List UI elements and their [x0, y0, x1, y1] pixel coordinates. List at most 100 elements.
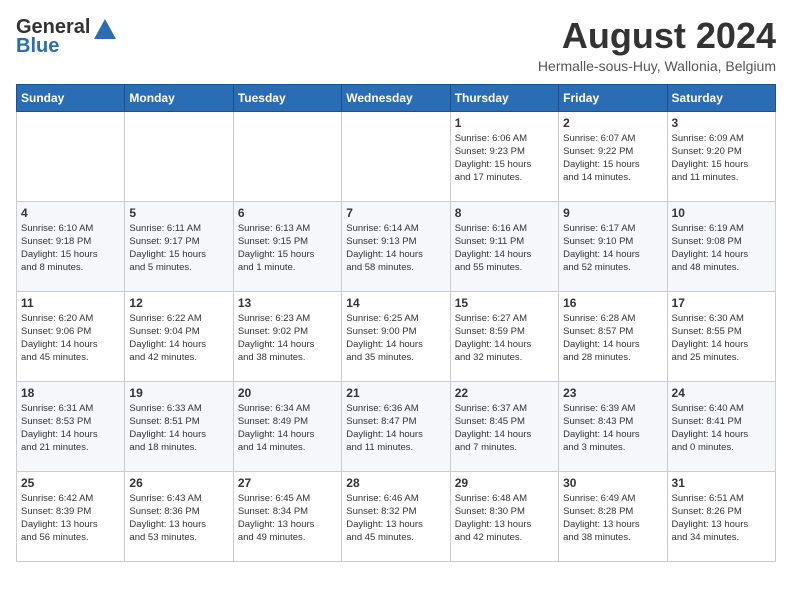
calendar-cell: 25 Sunrise: 6:42 AM Sunset: 8:39 PM Dayli… — [17, 471, 125, 561]
calendar-cell: 18Sunrise: 6:31 AM Sunset: 8:53 PM Dayli… — [17, 381, 125, 471]
calendar-cell: 2Sunrise: 6:07 AM Sunset: 9:22 PM Daylig… — [559, 111, 667, 201]
calendar-week-4: 18Sunrise: 6:31 AM Sunset: 8:53 PM Dayli… — [17, 381, 776, 471]
day-info: Sunrise: 6:20 AM Sunset: 9:06 PM Dayligh… — [21, 312, 120, 365]
calendar-cell — [233, 111, 341, 201]
calendar-body: 1Sunrise: 6:06 AM Sunset: 9:23 PM Daylig… — [17, 111, 776, 561]
day-number: 2 — [563, 116, 662, 130]
day-info: Sunrise: 6:27 AM Sunset: 8:59 PM Dayligh… — [455, 312, 554, 365]
logo-blue-text: Blue — [16, 35, 59, 58]
calendar-cell: 14Sunrise: 6:25 AM Sunset: 9:00 PM Dayli… — [342, 291, 450, 381]
day-info: Sunrise: 6:14 AM Sunset: 9:13 PM Dayligh… — [346, 222, 445, 275]
day-info: Sunrise: 6:33 AM Sunset: 8:51 PM Dayligh… — [129, 402, 228, 455]
day-info: Sunrise: 6:19 AM Sunset: 9:08 PM Dayligh… — [672, 222, 771, 275]
day-info: Sunrise: 6:28 AM Sunset: 8:57 PM Dayligh… — [563, 312, 662, 365]
day-header-wednesday: Wednesday — [342, 84, 450, 111]
day-number: 19 — [129, 386, 228, 400]
day-number: 11 — [21, 296, 120, 310]
day-header-friday: Friday — [559, 84, 667, 111]
calendar-cell: 24Sunrise: 6:40 AM Sunset: 8:41 PM Dayli… — [667, 381, 775, 471]
calendar-week-5: 25 Sunrise: 6:42 AM Sunset: 8:39 PM Dayli… — [17, 471, 776, 561]
calendar-cell: 29 Sunrise: 6:48 AM Sunset: 8:30 PM Dayli… — [450, 471, 558, 561]
calendar-cell: 23Sunrise: 6:39 AM Sunset: 8:43 PM Dayli… — [559, 381, 667, 471]
day-info: Sunrise: 6:30 AM Sunset: 8:55 PM Dayligh… — [672, 312, 771, 365]
day-info: Sunrise: 6:39 AM Sunset: 8:43 PM Dayligh… — [563, 402, 662, 455]
calendar-cell: 8 Sunrise: 6:16 AM Sunset: 9:11 PM Daylig… — [450, 201, 558, 291]
day-number: 17 — [672, 296, 771, 310]
calendar-cell: 4 Sunrise: 6:10 AM Sunset: 9:18 PM Daylig… — [17, 201, 125, 291]
calendar-cell: 20 Sunrise: 6:34 AM Sunset: 8:49 PM Dayli… — [233, 381, 341, 471]
day-info: Sunrise: 6:48 AM Sunset: 8:30 PM Dayligh… — [455, 492, 554, 545]
calendar-cell: 22 Sunrise: 6:37 AM Sunset: 8:45 PM Dayli… — [450, 381, 558, 471]
day-info: Sunrise: 6:13 AM Sunset: 9:15 PM Dayligh… — [238, 222, 337, 275]
days-header-row: SundayMondayTuesdayWednesdayThursdayFrid… — [17, 84, 776, 111]
page-header: General Blue August 2024 Hermalle-sous-H… — [16, 16, 776, 74]
calendar-cell: 30 Sunrise: 6:49 AM Sunset: 8:28 PM Dayli… — [559, 471, 667, 561]
calendar-cell: 3 Sunrise: 6:09 AM Sunset: 9:20 PM Daylig… — [667, 111, 775, 201]
calendar-table: SundayMondayTuesdayWednesdayThursdayFrid… — [16, 84, 776, 562]
day-header-sunday: Sunday — [17, 84, 125, 111]
calendar-cell: 1Sunrise: 6:06 AM Sunset: 9:23 PM Daylig… — [450, 111, 558, 201]
day-number: 13 — [238, 296, 337, 310]
calendar-cell: 13Sunrise: 6:23 AM Sunset: 9:02 PM Dayli… — [233, 291, 341, 381]
day-info: Sunrise: 6:34 AM Sunset: 8:49 PM Dayligh… — [238, 402, 337, 455]
day-number: 8 — [455, 206, 554, 220]
calendar-week-2: 4 Sunrise: 6:10 AM Sunset: 9:18 PM Daylig… — [17, 201, 776, 291]
day-info: Sunrise: 6:11 AM Sunset: 9:17 PM Dayligh… — [129, 222, 228, 275]
calendar-cell: 21 Sunrise: 6:36 AM Sunset: 8:47 PM Dayli… — [342, 381, 450, 471]
day-info: Sunrise: 6:42 AM Sunset: 8:39 PM Dayligh… — [21, 492, 120, 545]
day-info: Sunrise: 6:36 AM Sunset: 8:47 PM Dayligh… — [346, 402, 445, 455]
day-number: 1 — [455, 116, 554, 130]
day-info: Sunrise: 6:09 AM Sunset: 9:20 PM Dayligh… — [672, 132, 771, 185]
day-number: 24 — [672, 386, 771, 400]
day-info: Sunrise: 6:49 AM Sunset: 8:28 PM Dayligh… — [563, 492, 662, 545]
calendar-cell: 12 Sunrise: 6:22 AM Sunset: 9:04 PM Dayli… — [125, 291, 233, 381]
calendar-cell: 28 Sunrise: 6:46 AM Sunset: 8:32 PM Dayli… — [342, 471, 450, 561]
calendar-cell: 6 Sunrise: 6:13 AM Sunset: 9:15 PM Daylig… — [233, 201, 341, 291]
calendar-cell — [342, 111, 450, 201]
day-number: 12 — [129, 296, 228, 310]
calendar-cell — [17, 111, 125, 201]
day-number: 4 — [21, 206, 120, 220]
logo-icon — [94, 19, 116, 39]
day-info: Sunrise: 6:22 AM Sunset: 9:04 PM Dayligh… — [129, 312, 228, 365]
day-header-monday: Monday — [125, 84, 233, 111]
calendar-week-3: 11 Sunrise: 6:20 AM Sunset: 9:06 PM Dayli… — [17, 291, 776, 381]
day-header-tuesday: Tuesday — [233, 84, 341, 111]
calendar-cell: 5Sunrise: 6:11 AM Sunset: 9:17 PM Daylig… — [125, 201, 233, 291]
calendar-header: SundayMondayTuesdayWednesdayThursdayFrid… — [17, 84, 776, 111]
calendar-cell: 10Sunrise: 6:19 AM Sunset: 9:08 PM Dayli… — [667, 201, 775, 291]
day-number: 29 — [455, 476, 554, 490]
day-info: Sunrise: 6:31 AM Sunset: 8:53 PM Dayligh… — [21, 402, 120, 455]
calendar-cell: 16Sunrise: 6:28 AM Sunset: 8:57 PM Dayli… — [559, 291, 667, 381]
day-number: 3 — [672, 116, 771, 130]
day-number: 7 — [346, 206, 445, 220]
day-number: 20 — [238, 386, 337, 400]
day-info: Sunrise: 6:16 AM Sunset: 9:11 PM Dayligh… — [455, 222, 554, 275]
day-number: 22 — [455, 386, 554, 400]
calendar-cell: 27Sunrise: 6:45 AM Sunset: 8:34 PM Dayli… — [233, 471, 341, 561]
day-number: 25 — [21, 476, 120, 490]
day-number: 28 — [346, 476, 445, 490]
month-year-title: August 2024 — [538, 16, 776, 56]
calendar-cell: 9Sunrise: 6:17 AM Sunset: 9:10 PM Daylig… — [559, 201, 667, 291]
day-number: 21 — [346, 386, 445, 400]
day-number: 9 — [563, 206, 662, 220]
calendar-cell — [125, 111, 233, 201]
calendar-cell: 11 Sunrise: 6:20 AM Sunset: 9:06 PM Dayli… — [17, 291, 125, 381]
day-info: Sunrise: 6:10 AM Sunset: 9:18 PM Dayligh… — [21, 222, 120, 275]
day-info: Sunrise: 6:45 AM Sunset: 8:34 PM Dayligh… — [238, 492, 337, 545]
day-info: Sunrise: 6:43 AM Sunset: 8:36 PM Dayligh… — [129, 492, 228, 545]
calendar-cell: 7 Sunrise: 6:14 AM Sunset: 9:13 PM Daylig… — [342, 201, 450, 291]
logo: General Blue — [16, 16, 116, 58]
calendar-cell: 31Sunrise: 6:51 AM Sunset: 8:26 PM Dayli… — [667, 471, 775, 561]
day-info: Sunrise: 6:46 AM Sunset: 8:32 PM Dayligh… — [346, 492, 445, 545]
day-number: 6 — [238, 206, 337, 220]
day-info: Sunrise: 6:37 AM Sunset: 8:45 PM Dayligh… — [455, 402, 554, 455]
day-number: 30 — [563, 476, 662, 490]
calendar-cell: 19 Sunrise: 6:33 AM Sunset: 8:51 PM Dayli… — [125, 381, 233, 471]
title-section: August 2024 Hermalle-sous-Huy, Wallonia,… — [538, 16, 776, 74]
calendar-cell: 17 Sunrise: 6:30 AM Sunset: 8:55 PM Dayli… — [667, 291, 775, 381]
day-info: Sunrise: 6:25 AM Sunset: 9:00 PM Dayligh… — [346, 312, 445, 365]
day-number: 31 — [672, 476, 771, 490]
day-number: 26 — [129, 476, 228, 490]
